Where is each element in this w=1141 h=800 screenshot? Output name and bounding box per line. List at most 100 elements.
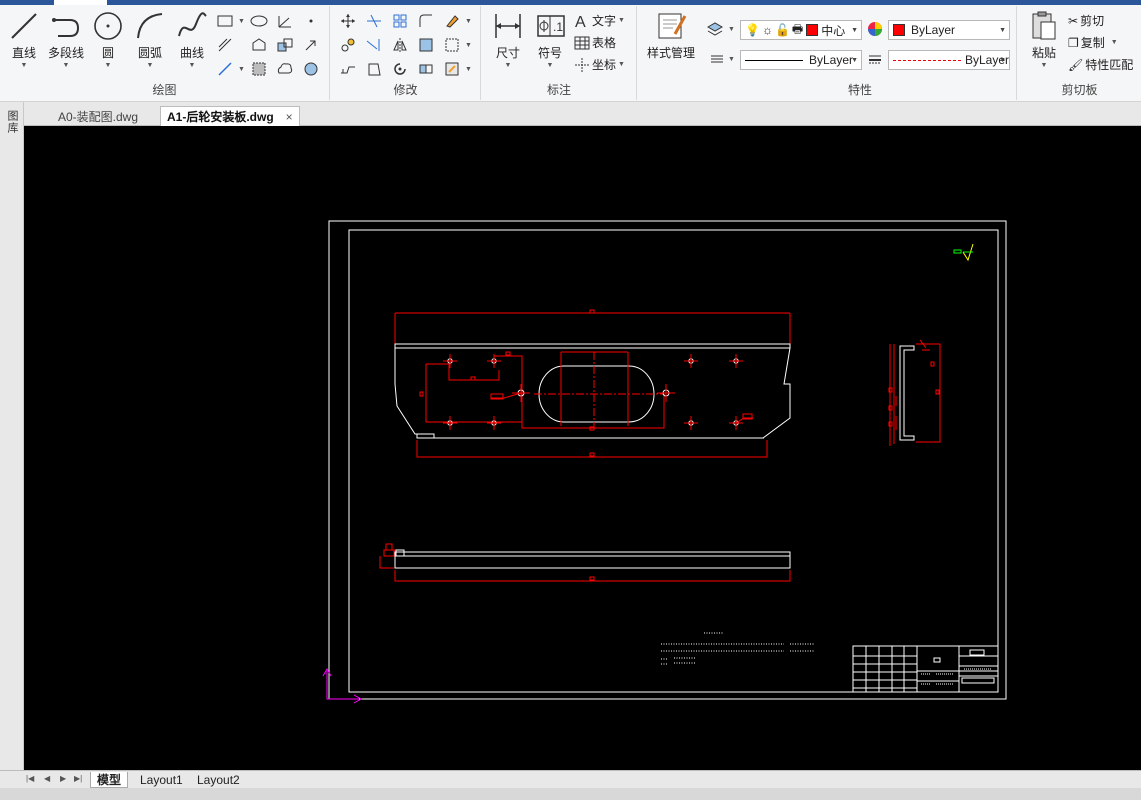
ribbon-tab-strip [0,0,1141,5]
linetype-menu-button[interactable] [706,50,728,68]
chevron-down-icon: ▼ [62,62,70,69]
region-button[interactable] [248,36,270,54]
layer-select[interactable]: 💡 ☼ 🔓 🖶 中心 ▼ [740,20,862,40]
drawing-canvas[interactable] [24,126,1141,770]
coordinate-label: 坐标 [592,58,617,72]
eraser-icon [446,15,459,28]
layout-tab-layout1[interactable]: Layout1 [134,772,189,788]
arc-button[interactable]: 圆弧 ▼ [132,10,168,70]
spline-button[interactable]: 曲线 ▼ [174,10,210,70]
mirror-button[interactable] [389,36,411,54]
surface-finish-symbol [953,243,974,262]
paste-label: 粘贴 [1031,46,1056,60]
cut-label: 剪切 [1080,14,1105,28]
lineweight-select[interactable]: ByLayer ▼ [888,50,1010,70]
first-layout-icon[interactable]: |◀ [26,774,34,783]
fillet-button[interactable] [415,12,437,30]
array-icon [393,14,407,28]
match-properties-button[interactable]: 🖌 特性匹配 [1068,56,1133,73]
paste-button[interactable]: 粘贴 ▼ [1026,10,1062,70]
block-button[interactable] [274,36,296,54]
copy-object-button[interactable] [337,36,359,54]
table-button[interactable]: 表格 [574,34,616,51]
close-icon[interactable]: × [286,110,293,124]
properties-edit-button[interactable] [441,60,463,78]
lineweight-button[interactable] [864,50,886,68]
svg-text:.1: .1 [553,20,563,34]
ribbon-active-tab[interactable] [54,0,107,5]
select-button[interactable] [441,36,463,54]
chevron-down-icon: ▼ [1040,62,1048,69]
ellipse-icon [250,15,268,27]
extend-icon [366,39,380,51]
linetype-sample [745,59,803,61]
hatch-button[interactable] [214,36,236,54]
rectangle-button[interactable] [214,12,236,30]
doc-tab-label: A0-装配图.dwg [58,109,139,124]
scale-icon [368,63,381,76]
extend-button[interactable] [363,36,385,54]
line-button[interactable]: 直线 ▼ [6,10,42,70]
spline-label: 曲线 [179,46,204,60]
layout-tab-layout2[interactable]: Layout2 [191,772,246,788]
stretch-button[interactable] [337,60,359,78]
erase-button[interactable] [441,12,463,30]
draw-panel: 直线 ▼ 多段线 ▼ 圆 ▼ 圆弧 ▼ 曲线 ▼ ▼ ▼ 绘图 [0,6,330,100]
linetype-value: ByLayer [809,53,854,67]
properties-panel: ▼ 💡 ☼ 🔓 🖶 中心 ▼ ByLayer ▼ ▼ ByLayer ▼ ByL… [704,6,1017,100]
properties-panel-title: 特性 [847,83,872,97]
scale-button[interactable] [363,60,385,78]
wipeout-icon [304,62,318,76]
library-palette-tab[interactable]: 图库 [4,110,20,134]
select-icon [445,38,459,52]
color-wheel-button[interactable] [864,20,886,38]
rotate-button[interactable] [389,60,411,78]
ray-button[interactable] [214,60,236,78]
edit-icon [445,62,459,76]
dimension-button[interactable]: 尺寸 ▼ [490,10,526,70]
coordinate-button[interactable]: 坐标 ▼ [574,56,625,73]
line-icon [11,13,37,39]
next-layout-icon[interactable]: ▶ [60,774,66,783]
doc-tab-rear-wheel-plate[interactable]: A1-后轮安装板.dwg × [160,106,300,126]
side-palette: 图库 [0,102,24,770]
point-button[interactable] [300,12,322,30]
color-select[interactable]: ByLayer ▼ [888,20,1010,40]
style-manager-button[interactable]: 样式管理 [642,10,700,61]
text-button[interactable]: A 文字 ▼ [574,12,625,29]
symbol-button[interactable]: .1 符号 ▼ [532,10,568,70]
symbol-label: 符号 [537,46,562,60]
last-layout-icon[interactable]: ▶| [74,774,82,783]
copy-button[interactable]: ❐ 复制 ▼ [1068,34,1118,51]
ellipse-button[interactable] [248,12,270,30]
linetype-select[interactable]: ByLayer ▼ [740,50,862,70]
chevron-down-icon: ▼ [546,62,554,69]
revision-cloud-button[interactable] [274,60,296,78]
layout-tab-model[interactable]: 模型 [90,772,129,788]
chevron-down-icon: ▼ [504,62,512,69]
move-button[interactable] [337,12,359,30]
array-button[interactable] [389,12,411,30]
join-button[interactable] [415,60,437,78]
construction-line-button[interactable] [274,12,296,30]
chevron-down-icon: ▼ [999,57,1006,64]
region-icon [252,38,266,51]
scissors-icon: ✂ [1068,13,1079,28]
lineweight-icon [869,55,881,64]
cursor-button[interactable] [300,36,322,54]
annotate-panel-title: 标注 [546,83,571,97]
cut-button[interactable]: ✂ 剪切 [1068,12,1104,29]
wipeout-button[interactable] [300,60,322,78]
rotate-icon [394,63,406,75]
trim-button[interactable] [363,12,385,30]
doc-tab-assembly[interactable]: A0-装配图.dwg [52,106,144,126]
layer-manager-button[interactable] [704,20,726,38]
boundary-icon [252,62,266,76]
ribbon: 直线 ▼ 多段线 ▼ 圆 ▼ 圆弧 ▼ 曲线 ▼ ▼ ▼ 绘图 ▼ ▼ ▼ 修改… [0,0,1141,102]
offset-button[interactable] [415,36,437,54]
chevron-down-icon: ▼ [104,62,112,69]
prev-layout-icon[interactable]: ◀ [44,774,50,783]
circle-button[interactable]: 圆 ▼ [90,10,126,70]
polyline-button[interactable]: 多段线 ▼ [44,10,88,70]
boundary-button[interactable] [248,60,270,78]
